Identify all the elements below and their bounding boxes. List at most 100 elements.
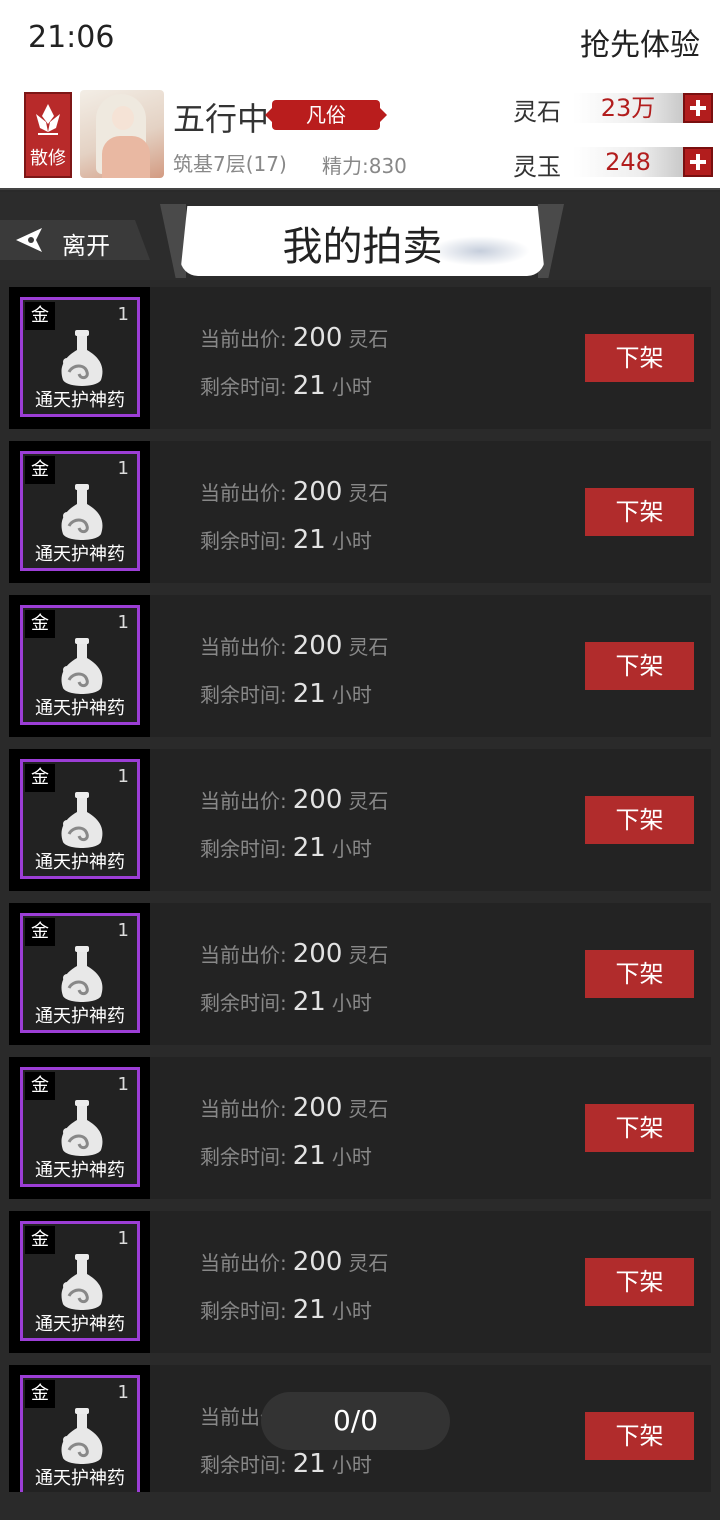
item-name: 通天护神药: [35, 544, 125, 565]
auction-row: 金 1 通天护神药 当前出价: 200 灵石 剩余时间: 21 小时 下架: [9, 1057, 711, 1199]
page-title: 我的拍卖: [282, 224, 443, 270]
player-name: 五行中: [173, 100, 270, 138]
auction-row: 金 1 通天护神药 当前出价: 200 灵石 剩余时间: 21 小时 下架: [9, 903, 711, 1045]
item-frame: 金 1 通天护神药: [20, 1067, 140, 1187]
time-label: 剩余时间:: [200, 1453, 287, 1477]
item-slot[interactable]: 金 1 通天护神药: [9, 441, 150, 583]
bid-label: 当前出价:: [200, 1251, 287, 1275]
bid-value: 200: [292, 1093, 343, 1123]
bid-label: 当前出价:: [200, 327, 287, 351]
sect-label: 散修: [30, 148, 66, 169]
item-frame: 金 1 通天护神药: [20, 451, 140, 571]
potion-icon: [61, 946, 103, 1002]
time-unit: 小时: [331, 1145, 372, 1169]
item-slot[interactable]: 金 1 通天护神药: [9, 1211, 150, 1353]
add-spirit-stone-button[interactable]: [683, 93, 713, 123]
remaining-time: 剩余时间: 21 小时: [200, 525, 372, 555]
potion-icon: [61, 1100, 103, 1156]
time-unit: 小时: [331, 529, 372, 553]
item-slot[interactable]: 金 1 通天护神药: [9, 287, 150, 429]
time-label: 剩余时间:: [200, 991, 287, 1015]
item-slot[interactable]: 金 1 通天护神药: [9, 1057, 150, 1199]
item-slot[interactable]: 金 1 通天护神药: [9, 1365, 150, 1492]
item-frame: 金 1 通天护神药: [20, 759, 140, 879]
avatar[interactable]: [80, 90, 164, 178]
current-bid: 当前出价: 200 灵石: [200, 323, 388, 353]
delist-button[interactable]: 下架: [585, 642, 694, 690]
potion-icon: [61, 484, 103, 540]
leave-button[interactable]: 离开: [0, 220, 150, 260]
bid-unit: 灵石: [348, 327, 389, 351]
current-bid: 当前出价: 200 灵石: [200, 477, 388, 507]
time-label: 剩余时间:: [200, 837, 287, 861]
bid-label: 当前出价:: [200, 1097, 287, 1121]
page-indicator: 0/0: [261, 1392, 450, 1450]
item-name: 通天护神药: [35, 698, 125, 719]
delist-button[interactable]: 下架: [585, 1412, 694, 1460]
auction-row: 金 1 通天护神药 当前出价: 200 灵石 剩余时间: 21 小时 下架: [9, 749, 711, 891]
auction-row: 金 1 通天护神药 当前出价: 200 灵石 剩余时间: 21 小时 下架: [9, 287, 711, 429]
delist-button[interactable]: 下架: [585, 1104, 694, 1152]
time-value: 21: [292, 371, 326, 401]
leave-label: 离开: [62, 232, 110, 260]
item-quantity: 1: [117, 920, 129, 941]
delist-button[interactable]: 下架: [585, 488, 694, 536]
status-time: 21:06: [28, 20, 115, 55]
remaining-time: 剩余时间: 21 小时: [200, 833, 372, 863]
delist-button[interactable]: 下架: [585, 1258, 694, 1306]
time-label: 剩余时间:: [200, 1299, 287, 1323]
element-tag: 金: [25, 302, 55, 330]
remaining-time: 剩余时间: 21 小时: [200, 1449, 372, 1479]
current-bid: 当前出价: 200 灵石: [200, 1247, 388, 1277]
item-name: 通天护神药: [35, 1006, 125, 1027]
item-frame: 金 1 通天护神药: [20, 913, 140, 1033]
bid-label: 当前出价:: [200, 635, 287, 659]
bid-value: 200: [292, 785, 343, 815]
time-value: 21: [292, 525, 326, 555]
bid-unit: 灵石: [348, 789, 389, 813]
auction-row: 金 1 通天护神药 当前出价: 200 灵石 剩余时间: 21 小时 下架: [9, 1211, 711, 1353]
item-frame: 金 1 通天护神药: [20, 605, 140, 725]
title-bar: 离开 我的拍卖: [0, 192, 720, 280]
element-tag: 金: [25, 1072, 55, 1100]
time-unit: 小时: [331, 991, 372, 1015]
item-slot[interactable]: 金 1 通天护神药: [9, 749, 150, 891]
bid-unit: 灵石: [348, 635, 389, 659]
time-label: 剩余时间:: [200, 683, 287, 707]
spirit-stone-label: 灵石: [513, 98, 561, 126]
element-tag: 金: [25, 918, 55, 946]
bid-unit: 灵石: [348, 481, 389, 505]
potion-icon: [61, 792, 103, 848]
potion-icon: [61, 1408, 103, 1464]
remaining-time: 剩余时间: 21 小时: [200, 679, 372, 709]
item-slot[interactable]: 金 1 通天护神药: [9, 903, 150, 1045]
item-name: 通天护神药: [35, 852, 125, 873]
delist-button[interactable]: 下架: [585, 796, 694, 844]
item-quantity: 1: [117, 1382, 129, 1403]
item-name: 通天护神药: [35, 1314, 125, 1335]
auction-list[interactable]: 金 1 通天护神药 当前出价: 200 灵石 剩余时间: 21 小时 下架 金 …: [0, 280, 720, 1492]
delist-button[interactable]: 下架: [585, 334, 694, 382]
item-frame: 金 1 通天护神药: [20, 1375, 140, 1492]
element-tag: 金: [25, 456, 55, 484]
delist-button[interactable]: 下架: [585, 950, 694, 998]
time-value: 21: [292, 987, 326, 1017]
item-frame: 金 1 通天护神药: [20, 1221, 140, 1341]
item-quantity: 1: [117, 1228, 129, 1249]
potion-icon: [61, 638, 103, 694]
bid-value: 200: [292, 323, 343, 353]
item-frame: 金 1 通天护神药: [20, 297, 140, 417]
bid-value: 200: [292, 631, 343, 661]
early-access-label[interactable]: 抢先体验: [580, 20, 700, 64]
remaining-time: 剩余时间: 21 小时: [200, 371, 372, 401]
element-tag: 金: [25, 1380, 55, 1408]
sect-badge[interactable]: 散修: [24, 92, 72, 178]
current-bid: 当前出价: 200 灵石: [200, 1093, 388, 1123]
item-quantity: 1: [117, 612, 129, 633]
add-spirit-jade-button[interactable]: [683, 147, 713, 177]
time-value: 21: [292, 679, 326, 709]
time-unit: 小时: [331, 683, 372, 707]
item-slot[interactable]: 金 1 通天护神药: [9, 595, 150, 737]
element-tag: 金: [25, 610, 55, 638]
bid-label: 当前出价:: [200, 943, 287, 967]
